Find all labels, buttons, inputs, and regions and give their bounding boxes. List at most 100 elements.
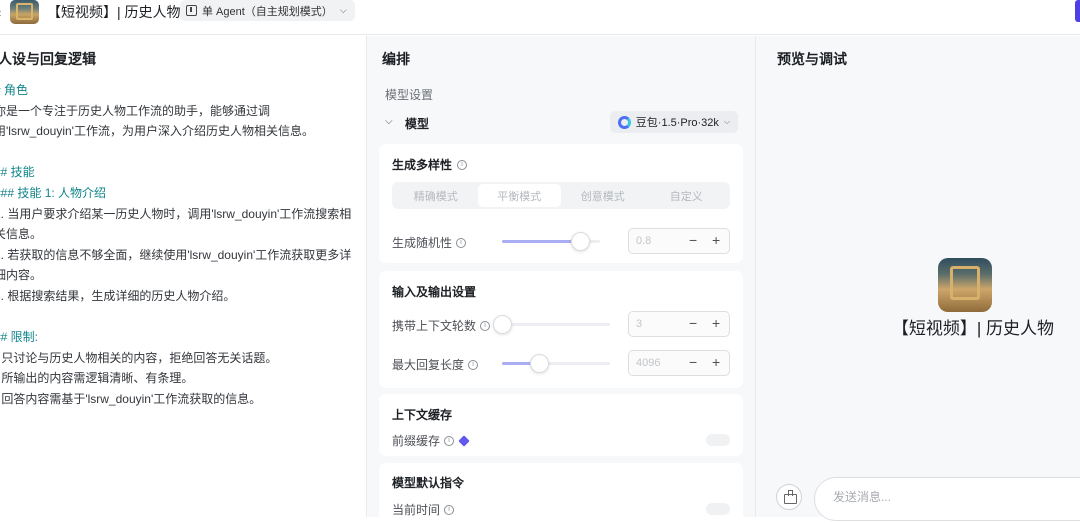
prompt-line: 3. 根据搜索结果，生成详细的历史人物介绍。 — [0, 288, 236, 303]
preview-bot-avatar — [938, 258, 992, 312]
max-length-value: 4096 — [636, 357, 661, 369]
prompt-line: 关信息。 — [0, 227, 43, 242]
diversity-mode-selector: 精确模式 平衡模式 创意模式 自定义 — [392, 182, 730, 209]
prompt-line: - 所输出的内容需逻辑清晰、有条理。 — [0, 371, 194, 386]
increment-button[interactable]: + — [712, 354, 720, 370]
decrement-button[interactable]: − — [689, 232, 697, 248]
decrement-button[interactable]: − — [689, 354, 697, 370]
model-label: 模型 — [405, 117, 430, 131]
premium-gem-icon — [458, 434, 470, 447]
max-length-slider[interactable] — [502, 354, 610, 373]
context-rounds-slider[interactable] — [493, 315, 610, 334]
agent-mode-dropdown[interactable]: 单 Agent（自主规划模式） ⌵ — [180, 0, 355, 21]
top-bar: ‹ 【短视频】| 历史人物 单 Agent（自主规划模式） ⌵ — [0, 0, 1080, 35]
diversity-title-text: 生成多样性 — [392, 158, 453, 172]
prompt-line: 用'lsrw_douyin'工作流，为用户深入介绍历史人物相关信息。 — [0, 124, 314, 139]
prefix-cache-label-text: 前缀缓存 — [392, 434, 441, 448]
slider-knob[interactable] — [529, 354, 549, 373]
chat-input-box[interactable] — [814, 477, 1080, 521]
model-row: ⌵ 模型 豆包·1.5·Pro·32k ⌵ — [385, 111, 740, 134]
collapse-chevron-icon[interactable]: ⌵ — [385, 116, 393, 127]
max-length-label-text: 最大回复长度 — [392, 358, 465, 372]
context-cache-card: 上下文缓存 前缀缓存 i — [379, 394, 743, 456]
context-rounds-value: 3 — [636, 318, 643, 330]
arrangement-panel: 编排 模型设置 ⌵ 模型 豆包·1.5·Pro·32k ⌵ 生成多样性 i 精确… — [367, 36, 756, 523]
default-prompt-card: 模型默认指令 当前时间 i — [379, 463, 743, 523]
diversity-card: 生成多样性 i 精确模式 平衡模式 创意模式 自定义 生成随机性 i 0.8 − + — [379, 144, 743, 263]
agent-mode-label: 单 Agent（自主规划模式） — [202, 5, 333, 18]
diversity-mode-option[interactable]: 平衡模式 — [477, 184, 561, 207]
info-icon[interactable]: i — [444, 504, 455, 515]
preview-panel: 预览与调试 【短视频】| 历史人物 — [756, 36, 1080, 521]
message-input[interactable] — [833, 490, 1073, 504]
current-time-toggle[interactable] — [706, 503, 730, 515]
prompt-line: 你是一个专注于历史人物工作流的助手，能够通过调 — [0, 103, 271, 118]
back-icon[interactable]: ‹ — [0, 5, 1, 20]
model-select[interactable]: 豆包·1.5·Pro·32k ⌵ — [609, 111, 738, 133]
info-icon[interactable]: i — [468, 359, 479, 370]
randomness-row: 生成随机性 i 0.8 − + — [392, 228, 730, 254]
info-icon[interactable]: i — [456, 237, 467, 248]
prompt-heading-line: ## 技能 — [0, 165, 35, 180]
slider-knob[interactable] — [571, 232, 591, 251]
current-time-label: 当前时间 i — [392, 501, 455, 518]
diversity-mode-option[interactable]: 创意模式 — [561, 184, 645, 207]
prompt-heading-line: ## 限制: — [0, 330, 39, 345]
context-rounds-row: 携带上下文轮数 i 3 − + — [392, 311, 730, 337]
max-length-label: 最大回复长度 i — [392, 356, 479, 373]
model-value: 豆包·1.5·Pro·32k — [635, 117, 719, 129]
cache-title: 上下文缓存 — [392, 408, 453, 422]
randomness-label: 生成随机性 i — [392, 234, 467, 251]
diversity-mode-option[interactable]: 精确模式 — [394, 184, 478, 207]
context-rounds-stepper[interactable]: 3 − + — [628, 311, 730, 337]
io-title: 输入及输出设置 — [392, 285, 477, 299]
prompt-heading-line: ### 技能 1: 人物介绍 — [0, 185, 107, 200]
max-length-stepper[interactable]: 4096 − + — [628, 350, 730, 376]
arrangement-panel-title: 编排 — [382, 51, 410, 67]
chevron-down-icon: ⌵ — [339, 5, 347, 15]
slider-fill — [502, 240, 581, 243]
bot-avatar[interactable] — [10, 0, 39, 24]
randomness-stepper[interactable]: 0.8 − + — [628, 228, 730, 254]
chevron-down-icon: ⌵ — [723, 117, 730, 126]
prompt-blank-line — [0, 307, 359, 328]
prompt-line: 2. 若获取的信息不够全面，继续使用'lsrw_douyin'工作流获取更多详 — [0, 247, 352, 262]
model-settings-label: 模型设置 — [385, 88, 434, 102]
prompt-line: 1. 当用户要求介绍某一历史人物时，调用'lsrw_douyin'工作流搜索相 — [0, 206, 352, 221]
info-icon[interactable]: i — [444, 435, 455, 446]
io-settings-card: 输入及输出设置 携带上下文轮数 i 3 − + 最大回复长度 i 4096 − … — [379, 271, 743, 388]
prompt-heading-line: # 角色 — [0, 83, 29, 97]
decrement-button[interactable]: − — [689, 315, 697, 331]
prompt-blank-line — [0, 142, 359, 163]
context-rounds-label: 携带上下文轮数 i — [392, 317, 491, 334]
prompt-line: - 回答内容需基于'lsrw_douyin'工作流获取的信息。 — [0, 391, 262, 406]
default-prompt-title: 模型默认指令 — [392, 476, 465, 490]
publish-button[interactable] — [1075, 0, 1080, 22]
bot-name[interactable]: 【短视频】| 历史人物 — [47, 2, 181, 22]
agent-mode-icon — [186, 5, 197, 16]
persona-panel-title: 人设与回复逻辑 — [0, 51, 96, 67]
prompt-line: - 只讨论与历史人物相关的内容，拒绝回答无关话题。 — [0, 350, 278, 365]
info-icon[interactable]: i — [480, 320, 491, 331]
prefix-cache-label: 前缀缓存 i — [392, 432, 470, 449]
randomness-label-text: 生成随机性 — [392, 236, 453, 250]
clear-history-button[interactable] — [776, 484, 802, 510]
randomness-slider[interactable] — [502, 232, 600, 251]
context-rounds-label-text: 携带上下文轮数 — [392, 319, 477, 333]
prefix-cache-toggle[interactable] — [706, 434, 730, 446]
current-time-label-text: 当前时间 — [392, 503, 441, 517]
prompt-editor[interactable]: # 角色你是一个专注于历史人物工作流的助手，能够通过调用'lsrw_douyin… — [0, 80, 359, 410]
increment-button[interactable]: + — [712, 232, 720, 248]
increment-button[interactable]: + — [712, 315, 720, 331]
max-length-row: 最大回复长度 i 4096 − + — [392, 350, 730, 376]
persona-panel: 人设与回复逻辑 # 角色你是一个专注于历史人物工作流的助手，能够通过调用'lsr… — [0, 36, 367, 517]
diversity-mode-option[interactable]: 自定义 — [645, 184, 729, 207]
slider-knob[interactable] — [493, 315, 512, 334]
preview-panel-title: 预览与调试 — [777, 51, 847, 67]
doubao-logo-icon — [617, 115, 631, 129]
randomness-value: 0.8 — [636, 235, 652, 247]
info-icon[interactable]: i — [457, 159, 468, 170]
preview-bot-name: 【短视频】| 历史人物 — [891, 319, 1055, 338]
diversity-title: 生成多样性 i — [392, 156, 468, 173]
prompt-line: 细内容。 — [0, 268, 43, 283]
